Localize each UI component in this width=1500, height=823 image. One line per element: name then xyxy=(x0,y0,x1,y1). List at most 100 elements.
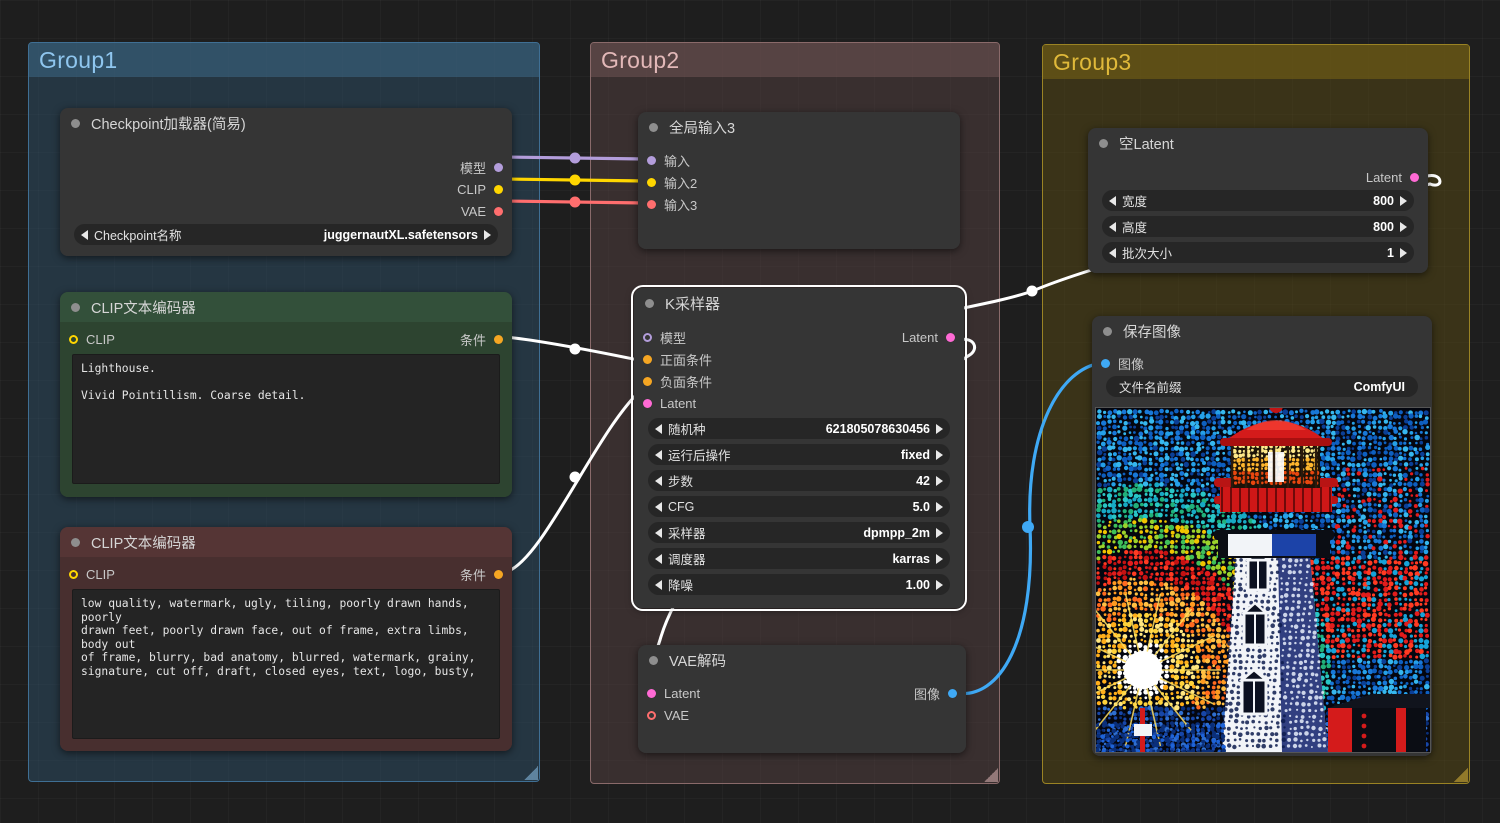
widget-采样器[interactable]: 采样器 dpmpp_2m xyxy=(648,522,950,543)
node-global-input-header[interactable]: 全局输入3 xyxy=(638,112,960,142)
node-checkpoint-loader[interactable]: Checkpoint加载器(简易) 模型 CLIP VAE Checkpoint… xyxy=(60,108,512,256)
node-checkpoint-loader-header[interactable]: Checkpoint加载器(简易) xyxy=(60,108,512,138)
input-label: VAE xyxy=(664,707,690,723)
input-label: 图像 xyxy=(1118,356,1145,372)
input-slot-1[interactable]: 输入 xyxy=(647,151,690,169)
increment-arrow-icon[interactable] xyxy=(936,553,943,564)
increment-arrow-icon[interactable] xyxy=(936,423,943,434)
node-title: VAE解码 xyxy=(669,653,726,670)
node-clip-positive-body: CLIP 条件 Lighthouse. Vivid Pointillism. C… xyxy=(60,322,512,497)
widget-label: 批次大小 xyxy=(1122,247,1173,261)
node-title: 全局输入3 xyxy=(669,120,736,137)
node-empty-latent-body: Latent 宽度 800 高度 800 批次大小 1 xyxy=(1088,158,1428,273)
group-1-resize-handle[interactable] xyxy=(524,766,538,780)
output-slot-image[interactable]: 图像 xyxy=(914,684,957,702)
group-2-resize-handle[interactable] xyxy=(984,768,998,782)
decrement-arrow-icon[interactable] xyxy=(655,579,662,590)
input-slot-clip[interactable]: CLIP xyxy=(69,330,115,348)
collapse-icon[interactable] xyxy=(71,302,80,312)
decrement-arrow-icon[interactable] xyxy=(81,229,88,240)
decrement-arrow-icon[interactable] xyxy=(655,423,662,434)
widget-运行后操作[interactable]: 运行后操作 fixed xyxy=(648,444,950,465)
collapse-icon[interactable] xyxy=(649,655,658,665)
comfyui-canvas[interactable]: Group1 Group2 Group3 Checkpoint加载器(简易) 模… xyxy=(0,0,1500,823)
collapse-icon[interactable] xyxy=(1103,326,1112,336)
group-3-resize-handle[interactable] xyxy=(1454,768,1468,782)
input-slot-image[interactable]: 图像 xyxy=(1101,354,1144,372)
decrement-arrow-icon[interactable] xyxy=(655,553,662,564)
decrement-arrow-icon[interactable] xyxy=(655,475,662,486)
widget-随机种[interactable]: 随机种 621805078630456 xyxy=(648,418,950,439)
node-ksampler-header[interactable]: K采样器 xyxy=(634,288,964,318)
widget-降噪[interactable]: 降噪 1.00 xyxy=(648,574,950,595)
input-label: 模型 xyxy=(660,330,687,346)
increment-arrow-icon[interactable] xyxy=(1400,221,1407,232)
increment-arrow-icon[interactable] xyxy=(1400,195,1407,206)
node-empty-latent[interactable]: 空Latent Latent 宽度 800 高度 800 批次大小 1 xyxy=(1088,128,1428,273)
output-slot-clip[interactable]: CLIP xyxy=(457,180,503,198)
increment-arrow-icon[interactable] xyxy=(936,475,943,486)
node-vae-decode[interactable]: VAE解码 Latent 图像 VAE xyxy=(638,645,966,753)
input-slot-positive[interactable]: 正面条件 xyxy=(643,350,712,368)
collapse-icon[interactable] xyxy=(645,298,654,308)
increment-arrow-icon[interactable] xyxy=(936,579,943,590)
latent-slot-dot xyxy=(643,398,652,408)
output-label: 图像 xyxy=(913,686,940,702)
increment-arrow-icon[interactable] xyxy=(484,229,491,240)
negative-slot-dot xyxy=(643,376,652,386)
widget-批次大小[interactable]: 批次大小 1 xyxy=(1102,242,1414,263)
widget-步数[interactable]: 步数 42 xyxy=(648,470,950,491)
node-empty-latent-header[interactable]: 空Latent xyxy=(1088,128,1428,158)
increment-arrow-icon[interactable] xyxy=(936,501,943,512)
image-preview[interactable] xyxy=(1095,407,1431,753)
output-slot-model[interactable]: 模型 xyxy=(460,158,503,176)
input-label: 输入2 xyxy=(664,175,698,191)
output-slot-conditioning[interactable]: 条件 xyxy=(460,565,503,583)
decrement-arrow-icon[interactable] xyxy=(1109,247,1116,258)
widget-宽度[interactable]: 宽度 800 xyxy=(1102,190,1414,211)
node-global-input-3[interactable]: 全局输入3 输入 输入2 输入3 xyxy=(638,112,960,249)
node-clip-positive-header[interactable]: CLIP文本编码器 xyxy=(60,292,512,322)
input-slot-clip[interactable]: CLIP xyxy=(69,565,115,583)
node-save-image-header[interactable]: 保存图像 xyxy=(1092,316,1432,346)
widget-CFG[interactable]: CFG 5.0 xyxy=(648,496,950,517)
widget-value: 800 xyxy=(1373,219,1394,234)
node-clip-text-encode-positive[interactable]: CLIP文本编码器 CLIP 条件 Lighthouse. Vivid Poin… xyxy=(60,292,512,497)
textarea-positive-prompt[interactable]: Lighthouse. Vivid Pointillism. Coarse de… xyxy=(72,354,500,484)
collapse-icon[interactable] xyxy=(71,118,80,128)
input-slot-vae[interactable]: VAE xyxy=(647,706,689,724)
collapse-icon[interactable] xyxy=(71,537,80,547)
node-save-image[interactable]: 保存图像 图像 文件名前缀 ComfyUI xyxy=(1092,316,1432,756)
output-slot-vae[interactable]: VAE xyxy=(461,202,503,220)
collapse-icon[interactable] xyxy=(649,122,658,132)
increment-arrow-icon[interactable] xyxy=(936,527,943,538)
input-slot-model[interactable]: 模型 xyxy=(643,328,686,346)
collapse-icon[interactable] xyxy=(1099,138,1108,148)
widget-checkpoint-name[interactable]: Checkpoint名称 juggernautXL.safetensors xyxy=(74,224,498,245)
node-vae-decode-header[interactable]: VAE解码 xyxy=(638,645,966,675)
positive-slot-dot xyxy=(643,354,652,364)
widget-高度[interactable]: 高度 800 xyxy=(1102,216,1414,237)
increment-arrow-icon[interactable] xyxy=(936,449,943,460)
node-clip-negative-header[interactable]: CLIP文本编码器 xyxy=(60,527,512,557)
decrement-arrow-icon[interactable] xyxy=(655,449,662,460)
input-slot-negative[interactable]: 负面条件 xyxy=(643,372,712,390)
textarea-negative-prompt[interactable]: low quality, watermark, ugly, tiling, po… xyxy=(72,589,500,739)
widget-label: CFG xyxy=(668,499,695,514)
decrement-arrow-icon[interactable] xyxy=(655,527,662,538)
widget-filename-prefix[interactable]: 文件名前缀 ComfyUI xyxy=(1106,376,1418,397)
output-slot-latent[interactable]: Latent xyxy=(1366,168,1419,186)
input-slot-latent[interactable]: Latent xyxy=(643,394,696,412)
output-slot-latent[interactable]: Latent xyxy=(902,328,955,346)
node-ksampler[interactable]: K采样器 模型 Latent 正面条件 负面条件 Latent 随机种 6218… xyxy=(631,285,967,611)
decrement-arrow-icon[interactable] xyxy=(1109,221,1116,232)
input-slot-3[interactable]: 输入3 xyxy=(647,195,697,213)
output-slot-conditioning[interactable]: 条件 xyxy=(460,330,503,348)
input-slot-2[interactable]: 输入2 xyxy=(647,173,697,191)
input-slot-latent[interactable]: Latent xyxy=(647,684,700,702)
widget-调度器[interactable]: 调度器 karras xyxy=(648,548,950,569)
node-clip-text-encode-negative[interactable]: CLIP文本编码器 CLIP 条件 low quality, watermark… xyxy=(60,527,512,751)
decrement-arrow-icon[interactable] xyxy=(655,501,662,512)
decrement-arrow-icon[interactable] xyxy=(1109,195,1116,206)
increment-arrow-icon[interactable] xyxy=(1400,247,1407,258)
